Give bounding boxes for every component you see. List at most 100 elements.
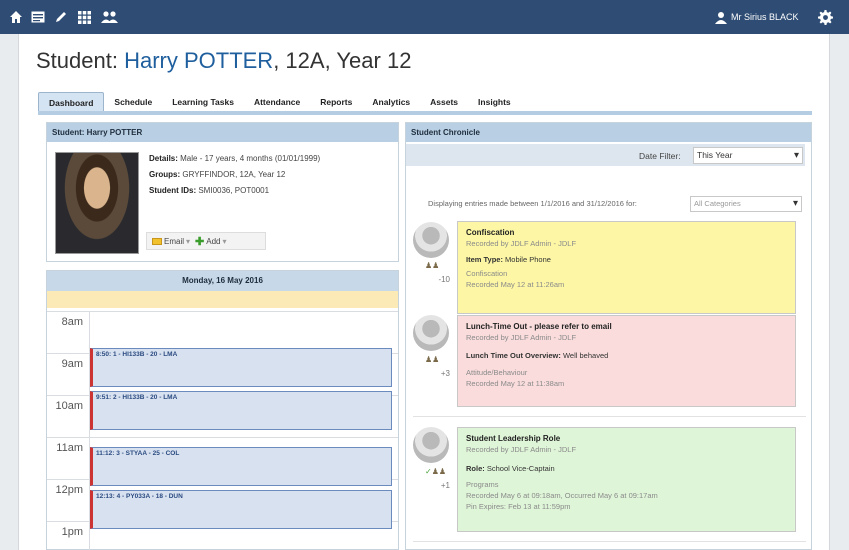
tab-reports[interactable]: Reports: [310, 92, 362, 112]
page-title: Student: Harry POTTER, 12A, Year 12: [36, 48, 411, 74]
entry-field-value: Mobile Phone: [505, 255, 551, 264]
add-button[interactable]: ✚ Add ▾: [195, 235, 226, 248]
entry-field-value: Well behaved: [562, 351, 609, 360]
entry-score: +1: [440, 481, 450, 490]
tab-analytics[interactable]: Analytics: [362, 92, 420, 112]
entry-category: Programs: [466, 480, 499, 489]
entry-recorded-by: Recorded by JDLF Admin - JDLF: [466, 333, 577, 342]
grid-icon[interactable]: [74, 7, 94, 27]
groups-label: Groups:: [149, 170, 181, 179]
tab-schedule[interactable]: Schedule: [104, 92, 162, 112]
current-user-name[interactable]: Mr Sirius BLACK: [731, 12, 799, 22]
entry-avatar: [413, 222, 449, 258]
entry-field: Lunch Time Out Overview: Well behaved: [466, 350, 787, 361]
hour-line-8am: [47, 311, 398, 312]
entry-title: Lunch-Time Out - please refer to email: [466, 322, 612, 331]
home-icon[interactable]: [6, 7, 26, 27]
student-groups: Groups: GRYFFINDOR, 12A, Year 12: [149, 170, 285, 179]
entry-field: Item Type: Mobile Phone: [466, 254, 787, 265]
hour-label-9am: 9am: [61, 358, 83, 370]
entry-recorded-by: Recorded by JDLF Admin - JDLF: [466, 445, 577, 454]
date-filter-label: Date Filter:: [639, 151, 681, 161]
pencil-icon[interactable]: [51, 7, 71, 27]
tab-underline: [38, 111, 812, 115]
tab-learning-tasks[interactable]: Learning Tasks: [162, 92, 244, 112]
entry-category: Attitude/Behaviour: [466, 368, 528, 377]
user-icon: [711, 7, 731, 27]
title-prefix: Student:: [36, 48, 125, 73]
hour-label-10am: 10am: [55, 400, 83, 412]
calendar-event[interactable]: 12:13: 4 - PY033A - 18 - DUN: [90, 490, 392, 529]
plus-icon: ✚: [195, 235, 205, 248]
add-label: Add: [206, 236, 221, 246]
hour-label-11am: 11am: [56, 442, 83, 454]
ids-value: SMI0036, POT0001: [198, 186, 270, 195]
top-navigation-bar: Mr Sirius BLACK: [0, 0, 849, 34]
email-label: Email: [164, 236, 185, 246]
hour-line-11am: [47, 437, 398, 438]
people-icon[interactable]: [98, 7, 122, 27]
entry-field-label: Role:: [466, 464, 485, 473]
hour-label-1pm: 1pm: [61, 526, 83, 538]
chronicle-heading: Student Chronicle: [406, 123, 811, 142]
entry-recorded-at: Recorded May 6 at 09:18am, Occurred May …: [466, 491, 658, 500]
student-photo: [55, 152, 139, 254]
entry-recorded-at: Recorded May 12 at 11:26am: [466, 280, 565, 289]
calendar-event[interactable]: 9:51: 2 - HI133B - 20 - LMA: [90, 391, 392, 430]
chronicle-entry[interactable]: Lunch-Time Out - please refer to email R…: [457, 315, 796, 407]
details-label: Details:: [149, 154, 178, 163]
id-card-icon[interactable]: [28, 7, 48, 27]
entry-avatar: [413, 427, 449, 463]
entry-score: -10: [438, 275, 450, 284]
entry-field: Role: School Vice-Captain: [466, 463, 787, 474]
entry-avatar: [413, 315, 449, 351]
title-suffix: , 12A, Year 12: [273, 48, 412, 73]
entry-title: Student Leadership Role: [466, 434, 561, 443]
email-button[interactable]: Email ▾: [152, 237, 190, 246]
category-value: All Categories: [694, 199, 741, 208]
calendar-event[interactable]: 8:50: 1 - HI133B - 20 - LMA: [90, 348, 392, 387]
calendar-date-heading: Monday, 16 May 2016: [47, 271, 398, 291]
student-details: Details: Male - 17 years, 4 months (01/0…: [149, 154, 320, 163]
all-day-row: [47, 291, 398, 308]
tab-attendance[interactable]: Attendance: [244, 92, 310, 112]
hour-label-8am: 8am: [61, 316, 83, 328]
tab-assets[interactable]: Assets: [420, 92, 468, 112]
entry-field-value: School Vice-Captain: [486, 464, 555, 473]
gear-icon[interactable]: [815, 7, 835, 27]
staff-icon: ♟♟: [425, 355, 440, 364]
entry-title: Confiscation: [466, 228, 515, 237]
student-panel-heading: Student: Harry POTTER: [47, 123, 398, 142]
entry-field-label: Lunch Time Out Overview:: [466, 351, 561, 360]
date-filter-select[interactable]: This Year ▾: [693, 147, 803, 164]
tab-insights[interactable]: Insights: [468, 92, 521, 112]
tab-dashboard[interactable]: Dashboard: [38, 92, 105, 112]
chevron-down-icon: ▾: [186, 236, 191, 246]
entry-recorded-at: Recorded May 12 at 11:38am: [466, 379, 565, 388]
groups-value: GRYFFINDOR, 12A, Year 12: [182, 170, 286, 179]
ids-label: Student IDs:: [149, 186, 197, 195]
staff-icon: ♟♟: [425, 261, 440, 270]
envelope-icon: [152, 237, 162, 245]
chevron-down-icon: ▾: [792, 198, 798, 209]
calendar-event[interactable]: 11:12: 3 - STYAA - 25 - COL: [90, 447, 392, 486]
entry-separator: [413, 416, 806, 417]
entry-pin-expiry: Pin Expires: Feb 13 at 11:59pm: [466, 502, 571, 511]
chevron-down-icon: ▾: [222, 236, 227, 246]
category-select[interactable]: All Categories ▾: [690, 196, 802, 212]
student-ids: Student IDs: SMI0036, POT0001: [149, 186, 269, 195]
entry-separator: [413, 541, 806, 542]
hour-label-12pm: 12pm: [55, 484, 83, 496]
entry-field-label: Item Type:: [466, 255, 503, 264]
date-filter-value: This Year: [697, 150, 733, 160]
chevron-down-icon: ▾: [793, 150, 799, 161]
student-name-link[interactable]: Harry POTTER: [124, 48, 273, 73]
check-staff-icon: ✓♟♟: [425, 467, 447, 476]
date-range-text: Displaying entries made between 1/1/2016…: [428, 199, 637, 208]
student-action-bar: Email ▾ ✚ Add ▾: [146, 232, 266, 250]
chronicle-entry[interactable]: Confiscation Recorded by JDLF Admin - JD…: [457, 221, 796, 314]
chronicle-entry[interactable]: Student Leadership Role Recorded by JDLF…: [457, 427, 796, 532]
entry-score: +3: [440, 369, 450, 378]
details-value: Male - 17 years, 4 months (01/01/1999): [180, 154, 321, 163]
entry-category: Confiscation: [466, 269, 508, 278]
